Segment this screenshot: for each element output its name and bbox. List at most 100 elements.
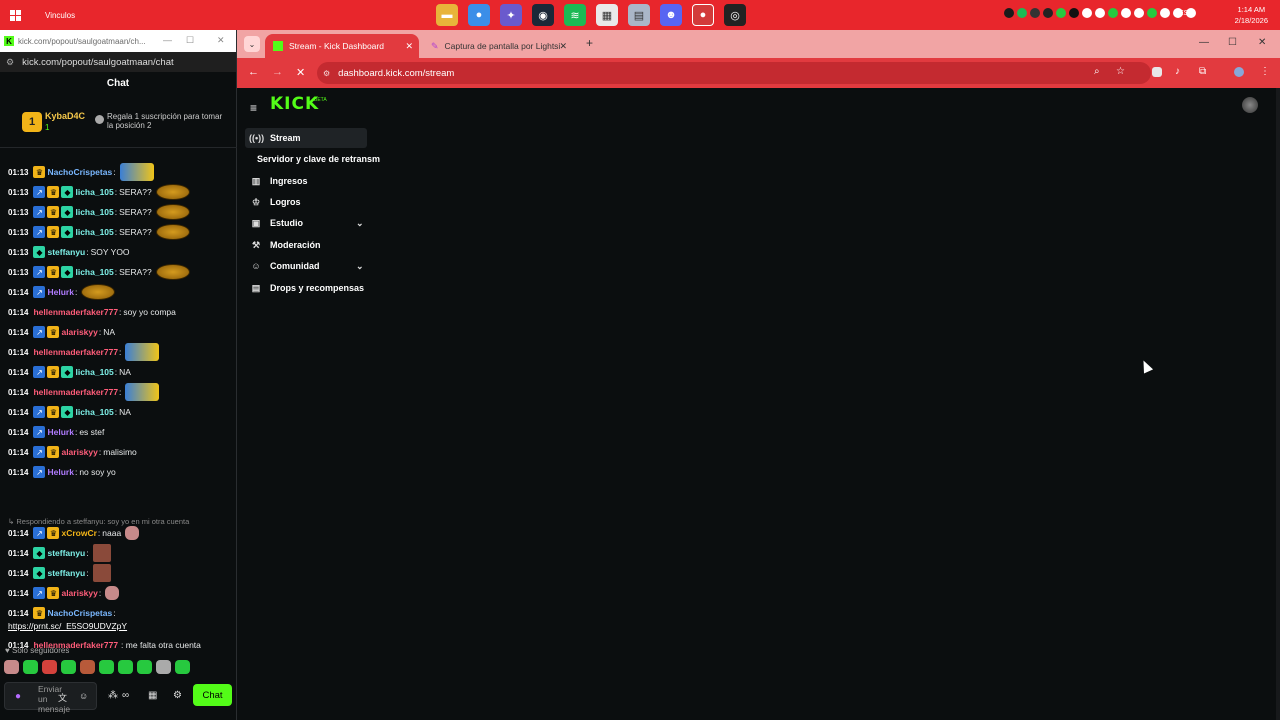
emote-button[interactable] [23, 660, 38, 674]
message-username[interactable]: hellenmaderfaker777 [33, 347, 118, 357]
copilot-icon[interactable]: ✦ [500, 4, 522, 26]
emote-button[interactable] [42, 660, 57, 674]
chat-message[interactable]: 01:13 ↗ ♛ ◆ licha_105: SERA?? [8, 183, 190, 201]
meme-emote[interactable] [125, 343, 160, 361]
chat-message[interactable]: 01:13 ↗ ♛ ◆ licha_105: SERA?? [8, 203, 190, 221]
chat-message[interactable]: 01:14 ↗ ♛ alariskyy: malisimo [8, 443, 137, 461]
chat-message[interactable]: 01:13 ◆ steffanyu: SOY YOO [8, 243, 130, 261]
chat-message[interactable]: 01:13 ↗ ♛ ◆ licha_105: SERA?? [8, 263, 190, 281]
zoom-icon[interactable]: ⌕ [1094, 66, 1100, 77]
message-username[interactable]: Helurk [47, 287, 73, 297]
discord-icon[interactable]: ☻ [660, 4, 682, 26]
store-icon[interactable]: ▦ [148, 690, 157, 701]
back-icon[interactable]: ← [248, 66, 259, 78]
cookie-emote[interactable] [155, 224, 190, 240]
close-icon[interactable]: ✕ [217, 35, 225, 46]
face-emote[interactable] [92, 564, 111, 582]
send-chat-button[interactable]: Chat [193, 684, 232, 706]
cookie-emote[interactable] [155, 204, 190, 220]
chat-message[interactable]: 01:14 ◆ steffanyu: [8, 564, 111, 582]
chat-message[interactable]: 01:14 ↗ ♛ xCrowCr: naaa [8, 524, 140, 542]
minimize-icon[interactable]: — [1199, 37, 1209, 48]
microphone-icon[interactable]: ● [15, 691, 21, 702]
small-emote[interactable] [125, 526, 140, 540]
meme-emote[interactable] [119, 163, 154, 181]
site-info-icon[interactable]: ⚙ [323, 69, 330, 78]
start-button[interactable] [0, 0, 30, 30]
chat-message[interactable]: 01:13 ↗ ♛ ◆ licha_105: SERA?? [8, 223, 190, 241]
sidebar-item-estudio[interactable]: ▣ Estudio ⌄ [245, 213, 367, 233]
emote-button[interactable] [156, 660, 171, 674]
chat-url-bar[interactable]: ⚙ kick.com/popout/saulgoatmaan/chat [0, 52, 236, 72]
forward-icon[interactable]: → [272, 66, 283, 78]
cookie-emote[interactable] [155, 264, 190, 280]
message-username[interactable]: steffanyu [47, 247, 85, 257]
settings-gear-icon[interactable]: ⚙ [173, 690, 182, 701]
obs-icon[interactable]: ◎ [724, 4, 746, 26]
emoji-icon[interactable]: ☺ [79, 691, 88, 701]
emote-button[interactable] [118, 660, 133, 674]
store-icon[interactable]: ▦ [596, 4, 618, 26]
message-username[interactable]: alariskyy [61, 447, 97, 457]
sidebar-item-comunidad[interactable]: ☺ Comunidad ⌄ [245, 256, 367, 276]
small-emote[interactable] [105, 586, 120, 600]
emote-button[interactable] [80, 660, 95, 674]
sidebar-item-drops[interactable]: ▤ Drops y recompensas [245, 278, 367, 298]
cookie-emote[interactable] [81, 284, 116, 300]
sidebar-item-moderacion[interactable]: ⚒ Moderación [245, 235, 367, 255]
app-icon[interactable]: ▤ [628, 4, 650, 26]
taskbar-folder-label[interactable]: Vinculos [45, 11, 75, 20]
extensions-puzzle-icon[interactable]: ⧉ [1199, 66, 1206, 77]
url-field[interactable]: ⚙ dashboard.kick.com/stream ⌕ ☆ [317, 62, 1151, 84]
emote-button[interactable] [4, 660, 19, 674]
tab-lightshot[interactable]: ✎ Captura de pantalla por Lightsi ✕ [423, 34, 573, 58]
chevron-down-icon[interactable]: ⌄ [356, 261, 364, 272]
emote-button[interactable] [99, 660, 114, 674]
maximize-icon[interactable]: ☐ [1228, 37, 1237, 48]
message-username[interactable]: licha_105 [75, 407, 113, 417]
chat-message[interactable]: 01:14 hellenmaderfaker777: [8, 383, 160, 401]
message-username[interactable]: steffanyu [47, 548, 85, 558]
message-username[interactable]: licha_105 [75, 367, 113, 377]
message-username[interactable]: licha_105 [75, 187, 113, 197]
spotify-icon[interactable]: ≋ [564, 4, 586, 26]
sidebar-subitem-servidor[interactable]: Servidor y clave de retransm [257, 154, 380, 164]
chat-input[interactable]: ● Enviar un mensaje 文 ☺ [4, 682, 97, 714]
user-avatar[interactable] [1242, 97, 1258, 113]
cookie-emote[interactable] [155, 184, 190, 200]
message-username[interactable]: hellenmaderfaker777 [33, 387, 118, 397]
maximize-icon[interactable]: ☐ [186, 35, 194, 46]
gift-sub-prompt[interactable]: Regala 1 suscripción para tomar la posic… [107, 112, 227, 130]
new-tab-icon[interactable]: + [586, 36, 593, 50]
menu-dots-icon[interactable]: ⋮ [1260, 66, 1270, 77]
translate-icon[interactable]: 文 [58, 691, 67, 704]
minimize-icon[interactable]: — [163, 35, 172, 45]
emote-button[interactable] [175, 660, 190, 674]
hamburger-menu-icon[interactable]: ≡ [250, 101, 257, 115]
chrome-active-icon[interactable]: ● [692, 4, 714, 26]
stop-loading-icon[interactable]: ✕ [296, 66, 305, 79]
chat-link[interactable]: https://prnt.sc/_E5SO9UDVZpY [8, 621, 127, 631]
face-emote[interactable] [92, 544, 111, 562]
clock[interactable]: 1:14 AM 2/18/2026 [1235, 4, 1268, 26]
message-username[interactable]: licha_105 [75, 227, 113, 237]
infinity-icon[interactable]: ∞ [122, 690, 129, 701]
message-username[interactable]: steffanyu [47, 568, 85, 578]
chat-message[interactable]: 01:14 ↗ ♛ ◆ licha_105: NA [8, 363, 131, 381]
message-username[interactable]: licha_105 [75, 207, 113, 217]
chat-message[interactable]: 01:14 ↗ Helurk: es stef [8, 423, 104, 441]
chat-link-message[interactable]: https://prnt.sc/_E5SO9UDVZpY [8, 617, 127, 635]
tab-kick-dashboard[interactable]: Stream - Kick Dashboard ✕ [265, 34, 419, 58]
chat-message[interactable]: 01:14 ↗ ♛ alariskyy: [8, 584, 120, 602]
file-explorer-icon[interactable]: ▬ [436, 4, 458, 26]
emote-button[interactable] [137, 660, 152, 674]
message-username[interactable]: alariskyy [61, 588, 97, 598]
message-username[interactable]: Helurk [47, 427, 73, 437]
bookmark-star-icon[interactable]: ☆ [1116, 66, 1125, 77]
sidebar-item-logros[interactable]: ♔ Logros [245, 192, 367, 212]
language-indicator[interactable]: ESP [1179, 10, 1193, 17]
chat-message[interactable]: 01:13 ♛ NachoCrispetas: [8, 163, 154, 181]
chrome-icon[interactable]: ● [468, 4, 490, 26]
users-icon[interactable]: ⁂ [108, 690, 118, 701]
leaderboard-user[interactable]: KybaD4C [45, 111, 85, 121]
